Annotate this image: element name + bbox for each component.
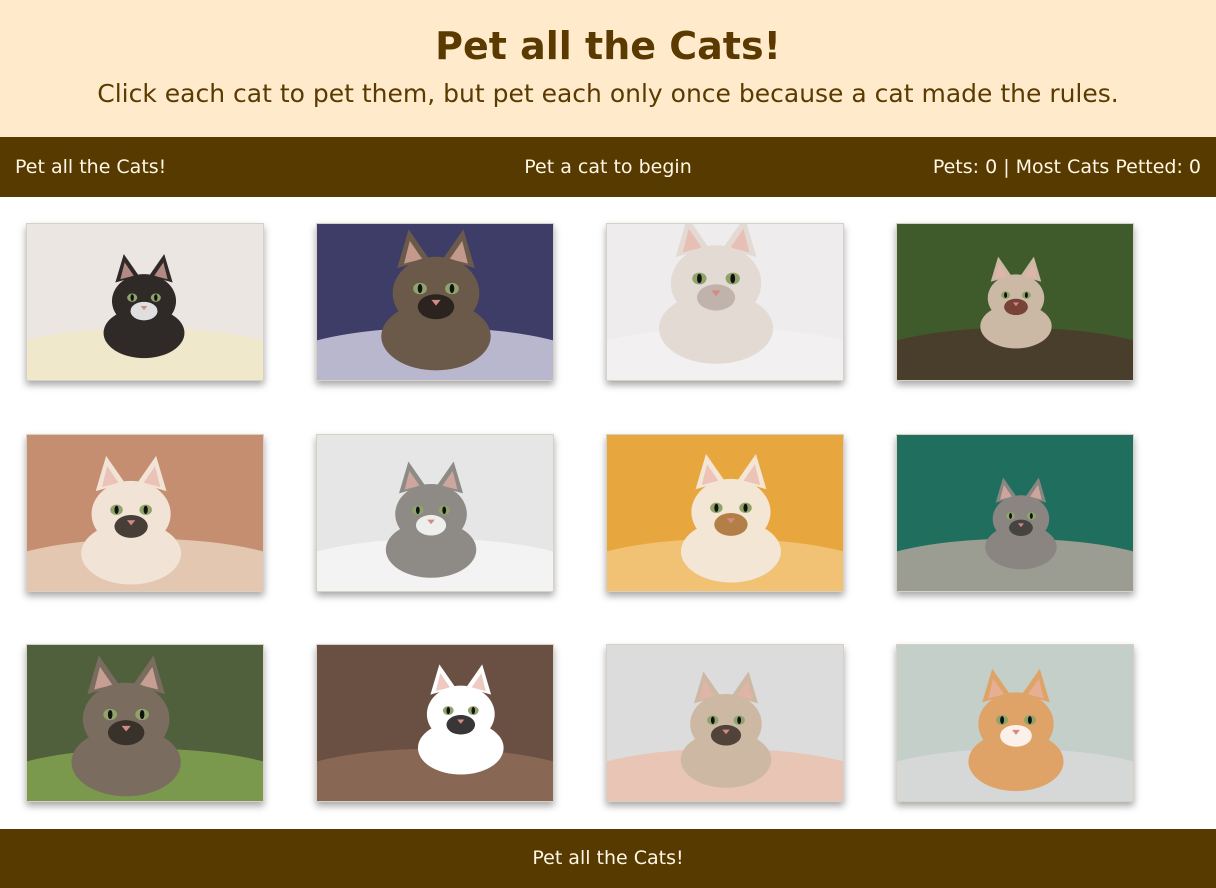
score-counter: Pets: 0 | Most Cats Petted: 0 [932, 156, 1201, 178]
page-subtitle: Click each cat to pet them, but pet each… [97, 79, 1119, 108]
status-bar: Pet all the Cats! Pet a cat to begin Pet… [0, 137, 1216, 197]
white-persian-cat-image [607, 224, 843, 380]
grey-white-kitten-bed-image [317, 435, 553, 591]
kitten-orange-background-image [607, 435, 843, 591]
long-haired-tabby-image [27, 645, 263, 801]
cat-card-6[interactable] [316, 434, 554, 592]
grey-kitten-on-deck-image [897, 435, 1133, 591]
cat-card-8[interactable] [896, 434, 1134, 592]
page-header: Pet all the Cats! Click each cat to pet … [0, 0, 1216, 137]
page-title: Pet all the Cats! [435, 24, 781, 68]
footer-text: Pet all the Cats! [532, 847, 684, 869]
kitten-in-garden-image [897, 224, 1133, 380]
cat-card-1[interactable] [26, 223, 264, 381]
cat-card-10[interactable] [316, 644, 554, 802]
cat-card-4[interactable] [896, 223, 1134, 381]
black-white-kitten-image [27, 224, 263, 380]
cat-grid [0, 197, 1216, 829]
tabby-kitten-blanket-image [317, 224, 553, 380]
cat-card-9[interactable] [26, 644, 264, 802]
cat-card-7[interactable] [606, 434, 844, 592]
page-footer: Pet all the Cats! [0, 829, 1216, 888]
calico-kitten-box-image [27, 435, 263, 591]
siamese-kitten-blanket-image [607, 645, 843, 801]
cat-card-12[interactable] [896, 644, 1134, 802]
orange-cat-window-image [897, 645, 1133, 801]
cat-card-11[interactable] [606, 644, 844, 802]
black-white-cat-rocks-image [317, 645, 553, 801]
cat-card-2[interactable] [316, 223, 554, 381]
cat-card-5[interactable] [26, 434, 264, 592]
cat-card-3[interactable] [606, 223, 844, 381]
